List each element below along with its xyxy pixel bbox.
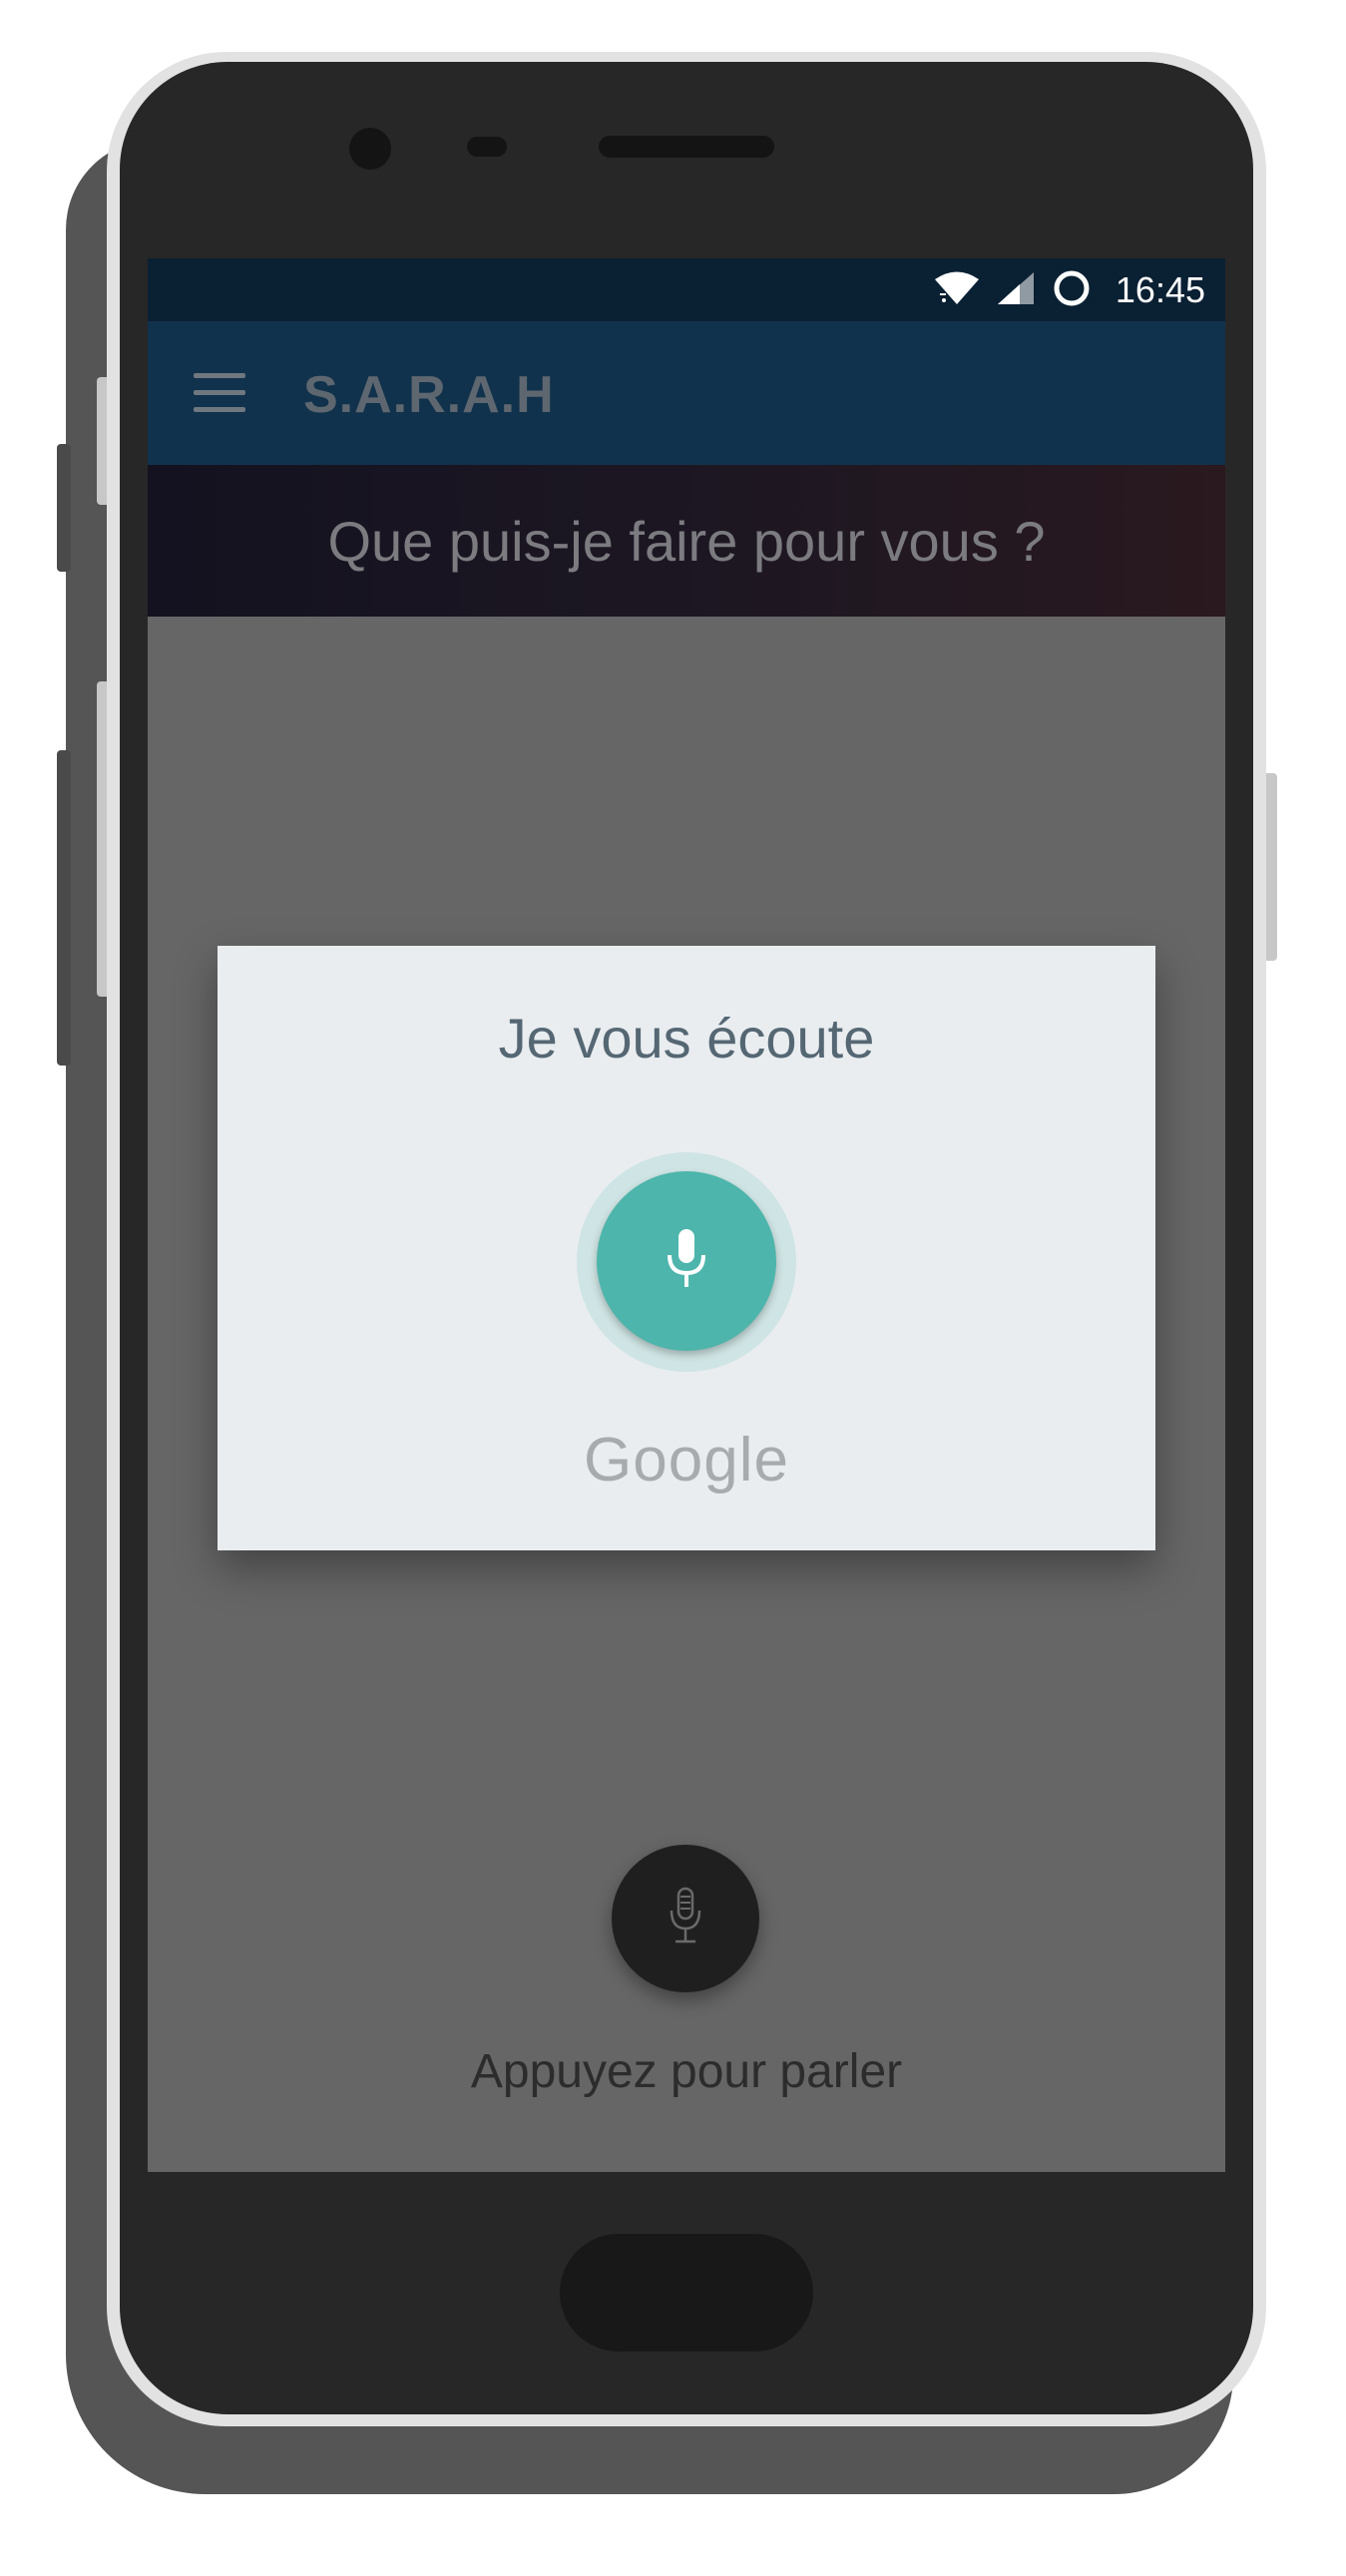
listening-mic-button[interactable] (597, 1171, 776, 1351)
talk-button[interactable] (612, 1845, 759, 1992)
side-key-dark (57, 750, 71, 1066)
app-title: S.A.R.A.H (303, 366, 555, 424)
hamburger-menu-icon[interactable] (194, 373, 245, 413)
status-bar: 16:45 (148, 258, 1225, 321)
volume-key-dark (57, 444, 71, 572)
phone-screen: 16:45 S.A.R.A.H Que puis-je faire pour v… (148, 258, 1225, 2172)
app-toolbar: S.A.R.A.H (148, 321, 1225, 465)
status-time: 16:45 (1115, 269, 1205, 310)
microphone-icon (668, 1887, 703, 1950)
dialog-title: Je vous écoute (498, 1007, 875, 1070)
voice-input-dialog: Je vous écoute Google (218, 946, 1155, 1550)
proximity-sensor (467, 137, 507, 157)
talk-button-label: Appuyez pour parler (470, 2045, 903, 2098)
google-logo: Google (584, 1426, 789, 1495)
prompt-banner: Que puis-je faire pour vous ? (148, 465, 1225, 617)
prompt-text: Que puis-je faire pour vous ? (327, 509, 1046, 573)
sync-circle-icon (1052, 268, 1092, 312)
earpiece-speaker (599, 136, 774, 158)
wifi-icon (934, 270, 980, 310)
signal-icon (996, 270, 1036, 310)
device-mockup: 16:45 S.A.R.A.H Que puis-je faire pour v… (0, 0, 1346, 2576)
front-camera (349, 128, 391, 170)
status-icons: 16:45 (934, 268, 1205, 312)
microphone-icon (665, 1227, 708, 1295)
home-button[interactable] (560, 2234, 813, 2352)
